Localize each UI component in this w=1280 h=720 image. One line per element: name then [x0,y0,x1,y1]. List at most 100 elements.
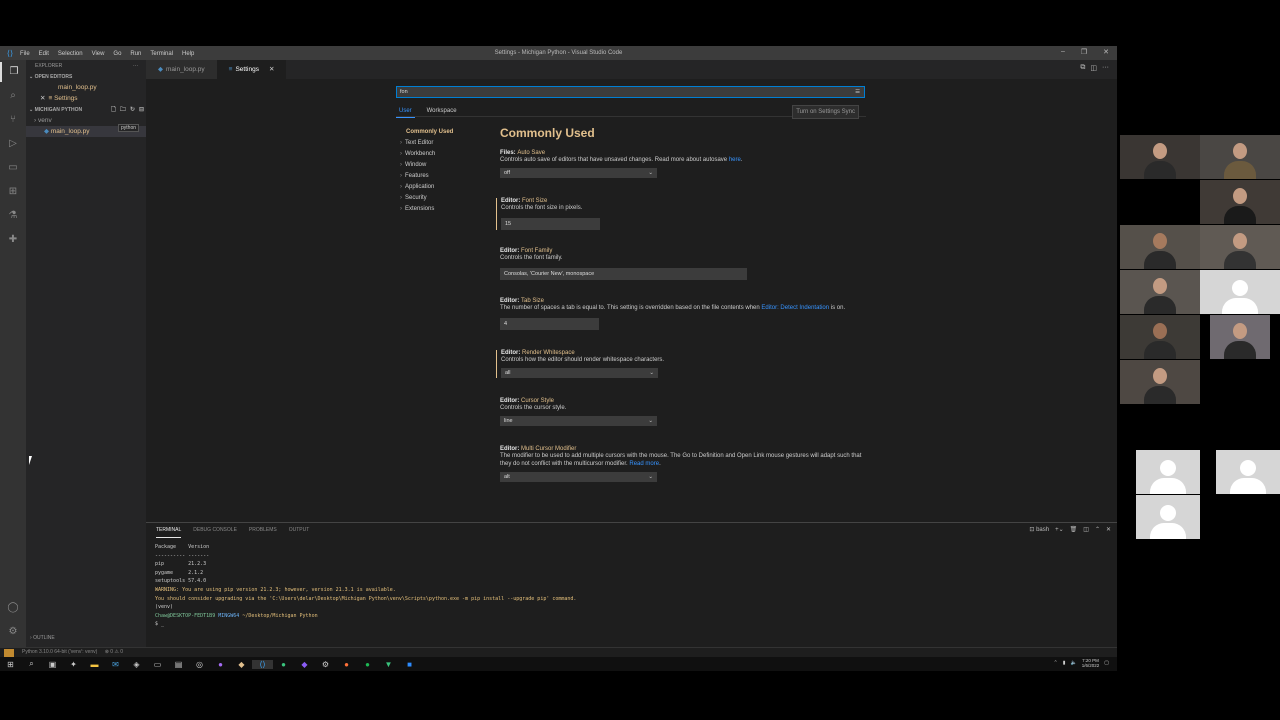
font-size-input[interactable]: 15 [501,218,600,230]
vscode-taskbar-icon[interactable]: ⟨⟩ [252,659,273,669]
toc-item[interactable]: › Extensions [400,204,480,215]
chevron-up-icon[interactable]: ⌃ [1054,660,1058,666]
tab-terminal[interactable]: TERMINAL [156,523,182,538]
terminal-app-icon[interactable]: ▭ [147,660,168,669]
network-icon[interactable]: ▮ [1063,660,1066,666]
problems-count[interactable]: ⊗ 0 ⚠ 0 [105,649,123,655]
menu-go[interactable]: Go [113,51,121,57]
trash-icon[interactable]: 🗑 [1070,526,1078,533]
search-icon[interactable]: ⌕ [21,659,42,669]
tab-user[interactable]: User [396,105,415,118]
multi-cursor-modifier-select[interactable]: alt ⌄ [500,472,657,482]
clock[interactable]: 7:20 PM 1/6/2022 [1082,658,1100,668]
participant-tile[interactable] [1210,315,1270,359]
participant-avatar[interactable] [1200,270,1280,314]
source-control-icon[interactable]: ⑂ [0,110,26,130]
toc-item[interactable]: › Workbench [400,149,480,160]
outline-section[interactable]: › OUTLINE [26,635,55,641]
tab-settings[interactable]: ≡ Settings ✕ [216,60,287,79]
detect-indentation-link[interactable]: Editor: Detect Indentation [761,305,829,311]
terminal-shell-selector[interactable]: ⊡ bash [1029,526,1049,533]
python-interpreter[interactable]: Python 3.10.0 64-bit ('venv': venv) [22,649,97,655]
app-icon[interactable]: ▤ [168,660,189,669]
mail-icon[interactable]: ✉ [105,660,126,669]
tab-size-input[interactable]: 4 [500,318,599,330]
menu-selection[interactable]: Selection [58,51,83,57]
menu-help[interactable]: Help [182,51,194,57]
new-terminal-icon[interactable]: +⌄ [1055,526,1064,533]
filter-icon[interactable]: ☰ [855,87,860,97]
visual-studio-icon[interactable]: ◆ [294,660,315,669]
toc-item[interactable]: › Application [400,182,480,193]
participant-avatar[interactable] [1136,450,1200,494]
open-editor-settings[interactable]: ✕ ≡ Settings [26,93,146,104]
menu-terminal[interactable]: Terminal [150,51,173,57]
split-terminal-icon[interactable]: ◫ [1083,526,1089,533]
menu-file[interactable]: File [20,51,30,57]
autosave-link[interactable]: here [729,157,741,163]
refresh-icon[interactable]: ↻ [130,105,135,115]
tab-main-loop[interactable]: ◆ main_loop.py [146,60,217,79]
python-icon[interactable]: ✚ [0,230,26,250]
split-editor-icon[interactable]: ◫ [1090,64,1097,72]
font-family-input[interactable]: Consolas, 'Courier New', monospace [500,268,747,280]
testing-icon[interactable]: ⚗ [0,206,26,226]
more-actions-icon[interactable]: ··· [133,60,138,72]
tab-debug-console[interactable]: DEBUG CONSOLE [193,523,237,538]
participant-tile[interactable] [1200,180,1280,224]
participant-tile[interactable] [1120,135,1200,179]
explorer-icon[interactable]: ❐ [0,62,26,82]
close-icon[interactable]: ✕ [40,95,45,102]
app-icon[interactable]: ◆ [231,660,252,669]
participant-tile[interactable] [1120,225,1200,269]
file-explorer-icon[interactable]: ▬ [84,660,105,669]
open-editor-main-loop[interactable]: main_loop.py [26,82,146,93]
more-actions-icon[interactable]: ··· [1102,64,1109,72]
toc-item[interactable]: › Security [400,193,480,204]
search-icon[interactable]: ⌕ [0,86,26,106]
app-icon[interactable]: ✦ [63,660,84,669]
terminal-output[interactable]: Package Version ---------- ------- pip 21.… [146,538,1117,629]
menu-edit[interactable]: Edit [39,51,49,57]
zoom-icon[interactable]: ■ [399,660,420,669]
toc-item[interactable]: › Features [400,171,480,182]
app-icon[interactable]: ◈ [126,660,147,669]
firefox-icon[interactable]: ● [336,660,357,669]
task-view-icon[interactable]: ▣ [42,660,63,669]
participant-tile[interactable] [1120,360,1200,404]
participant-tile[interactable] [1120,315,1200,359]
cursor-style-select[interactable]: line ⌄ [500,416,657,426]
run-debug-icon[interactable]: ▷ [0,134,26,154]
participant-tile[interactable] [1120,270,1200,314]
tab-output[interactable]: OUTPUT [289,523,310,538]
auto-save-select[interactable]: off ⌄ [500,168,657,178]
notifications-icon[interactable]: ▢ [1104,660,1109,666]
participant-tile[interactable] [1200,225,1280,269]
spotify-icon[interactable]: ● [357,660,378,669]
new-file-icon[interactable]: 🗋 [111,105,116,115]
open-settings-json-icon[interactable]: ⧉ [1080,64,1085,72]
new-folder-icon[interactable]: 🗀 [120,105,126,115]
remote-explorer-icon[interactable]: ▭ [0,158,26,178]
tab-workspace[interactable]: Workspace [424,105,460,117]
remote-indicator-icon[interactable] [4,649,14,657]
toc-item[interactable]: Commonly Used [400,127,480,138]
participant-avatar[interactable] [1136,495,1200,539]
windows-start-icon[interactable]: ⊞ [0,660,21,669]
toc-item[interactable]: › Text Editor [400,138,480,149]
app-icon[interactable]: ● [273,660,294,669]
manage-gear-icon[interactable]: ⚙ [0,622,26,642]
close-panel-icon[interactable]: ✕ [1106,526,1111,533]
restore-icon[interactable]: ❐ [1081,48,1087,56]
participant-tile[interactable] [1200,135,1280,179]
app-icon[interactable]: ▼ [378,660,399,669]
project-section[interactable]: ⌄ MICHIGAN PYTHON 🗋 🗀 ↻ ⊟ [26,105,146,115]
participant-avatar[interactable] [1216,450,1280,494]
chevron-up-icon[interactable]: ⌃ [1095,526,1100,533]
menu-run[interactable]: Run [130,51,141,57]
open-editors-section[interactable]: ⌄ OPEN EDITORS [26,72,146,82]
app-icon[interactable]: ⚙ [315,660,336,669]
volume-icon[interactable]: 🔈 [1071,660,1077,666]
settings-sync-button[interactable]: Turn on Settings Sync [792,105,859,119]
tab-problems[interactable]: PROBLEMS [249,523,277,538]
